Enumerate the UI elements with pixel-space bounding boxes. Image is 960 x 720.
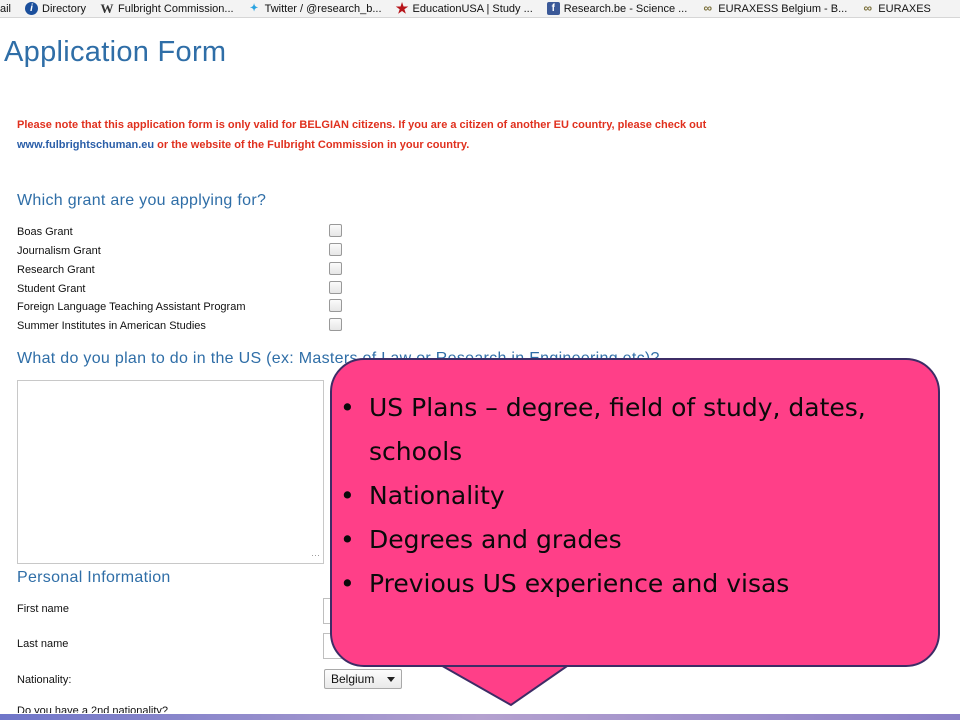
bookmarks-bar: ail i Directory W Fulbright Commission..… <box>0 0 960 18</box>
notice-tail: or the website of the Fulbright Commissi… <box>157 139 470 151</box>
wikipedia-icon: W <box>100 1 114 16</box>
bookmark-euraxess-2[interactable]: ∞ EURAXES <box>861 2 931 15</box>
grant-checkbox[interactable] <box>329 281 342 294</box>
eligibility-notice: Please note that this application form i… <box>17 115 937 155</box>
directory-icon: i <box>25 2 39 15</box>
grant-option-student: Student Grant <box>17 281 362 299</box>
grant-option-summer-institutes: Summer Institutes in American Studies <box>17 318 362 336</box>
grant-checkbox[interactable] <box>329 299 342 312</box>
star-icon: ★ <box>395 0 409 16</box>
callout-bullet: Degrees and grades <box>337 518 927 562</box>
bookmark-twitter[interactable]: ✦ Twitter / @research_b... <box>248 2 382 15</box>
grant-option-label: Journalism Grant <box>17 245 101 257</box>
bookmark-label: EURAXESS Belgium - B... <box>718 2 848 15</box>
second-nationality-label: Do you have a 2nd nationality? <box>17 705 169 713</box>
page-title: Application Form <box>4 36 227 68</box>
bookmark-fulbright[interactable]: W Fulbright Commission... <box>100 2 234 15</box>
grant-option-boas: Boas Grant <box>17 224 362 242</box>
last-name-label: Last name <box>17 638 69 650</box>
grant-option-label: Foreign Language Teaching Assistant Prog… <box>17 301 246 313</box>
bookmark-label: ail <box>0 2 12 15</box>
nationality-value: Belgium <box>331 672 375 686</box>
grant-checkbox[interactable] <box>329 318 342 331</box>
chevron-down-icon <box>387 677 395 682</box>
bookmark-label: EURAXES <box>878 2 931 15</box>
bookmark-label: Research.be - Science ... <box>563 2 688 15</box>
nationality-label: Nationality: <box>17 674 72 686</box>
bookmark-euraxess[interactable]: ∞ EURAXESS Belgium - B... <box>701 1 848 15</box>
facebook-icon: f <box>546 2 560 15</box>
callout-bullet: Previous US experience and visas <box>337 562 927 606</box>
euraxess-icon: ∞ <box>703 1 713 15</box>
bookmark-directory[interactable]: i Directory <box>25 2 86 15</box>
grant-checkbox[interactable] <box>329 243 342 256</box>
bookmark-educationusa[interactable]: ★ EducationUSA | Study ... <box>395 0 533 16</box>
nationality-select[interactable]: Belgium <box>324 669 402 689</box>
euraxess-icon: ∞ <box>863 1 873 15</box>
grant-option-label: Student Grant <box>17 283 86 295</box>
callout-bullet-list: US Plans – degree, field of study, dates… <box>337 386 927 606</box>
grant-option-label: Research Grant <box>17 264 95 276</box>
bookmark-label: Directory <box>42 2 87 15</box>
grant-option-label: Boas Grant <box>17 226 73 238</box>
grant-heading: Which grant are you applying for? <box>17 192 267 209</box>
personal-heading: Personal Information <box>17 569 171 586</box>
bookmark-label: EducationUSA | Study ... <box>412 2 533 15</box>
grant-option-research: Research Grant <box>17 262 362 280</box>
plans-textarea[interactable]: ⋯ <box>17 380 324 564</box>
grant-option-label: Summer Institutes in American Studies <box>17 320 206 332</box>
fulbright-schuman-link[interactable]: www.fulbrightschuman.eu <box>17 139 154 151</box>
slide-bottom-strip <box>0 714 960 720</box>
notice-text: Please note that this application form i… <box>17 119 707 131</box>
bookmark-research-be[interactable]: f Research.be - Science ... <box>546 2 688 15</box>
bookmark-label: Twitter / @research_b... <box>264 2 382 15</box>
first-name-label: First name <box>17 603 69 615</box>
grant-option-journalism: Journalism Grant <box>17 243 362 261</box>
resize-handle-icon[interactable]: ⋯ <box>311 550 320 561</box>
grant-checkbox[interactable] <box>329 224 342 237</box>
callout-bullet: Nationality <box>337 474 927 518</box>
bookmark-label: Fulbright Commission... <box>118 2 234 15</box>
twitter-icon: ✦ <box>249 3 259 14</box>
grant-checkbox[interactable] <box>329 262 342 275</box>
bookmark-mail[interactable]: ail <box>0 3 11 15</box>
grant-option-flta: Foreign Language Teaching Assistant Prog… <box>17 299 362 317</box>
callout-bullet: US Plans – degree, field of study, dates… <box>337 386 927 474</box>
